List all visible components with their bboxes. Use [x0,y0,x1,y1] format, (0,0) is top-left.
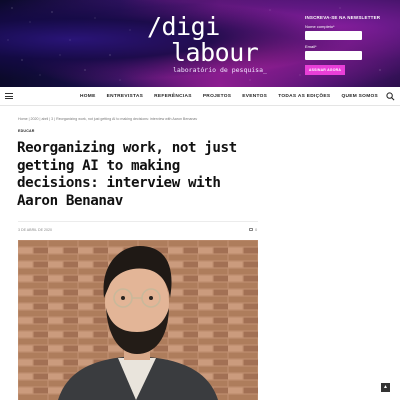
category-label[interactable]: EDUCAR [18,129,35,133]
article-photo [18,240,258,400]
search-icon[interactable] [386,92,395,101]
comments-number: 0 [255,227,258,232]
scroll-to-top-button[interactable]: ▲ [381,383,390,392]
comments-count[interactable]: 0 [249,227,257,232]
breadcrumb[interactable]: Home | 2020 | abril | 3 | Reorganizing w… [18,117,197,121]
arrow-up-icon: ▲ [383,384,388,390]
name-field[interactable] [305,31,362,40]
main-nav: HOME ENTREVISTAS REFERÊNCIAS PROJETOS EV… [0,87,400,106]
newsletter-form: INSCREVA-SE NA NEWSLETTER Nome completo*… [305,15,381,75]
email-field-label: Email* [305,44,317,49]
nav-item-quem-somos[interactable]: QUEM SOMOS [341,94,378,99]
nav-item-projetos[interactable]: PROJETOS [203,94,231,99]
name-field-label: Nome completo* [305,24,335,29]
site-logo[interactable]: /digi labour laboratório de pesquisa_ [147,12,287,75]
nav-item-todas-as-edicoes[interactable]: TODAS AS EDIÇÕES [278,94,330,99]
article-date: 3 DE ABRIL DE 2020 [18,228,53,232]
newsletter-title: INSCREVA-SE NA NEWSLETTER [305,15,381,20]
nav-item-eventos[interactable]: EVENTOS [242,94,267,99]
article-title: Reorganizing work, not just getting AI t… [17,140,237,209]
divider [18,221,258,222]
comment-icon [249,228,253,232]
nav-item-home[interactable]: HOME [80,94,96,99]
logo-text-labour: labour [171,38,259,67]
nav-item-referencias[interactable]: REFERÊNCIAS [154,94,192,99]
email-field[interactable] [305,51,362,60]
logo-text-digi: /digi [147,12,220,41]
subscribe-button[interactable]: ASSINAR AGORA [305,65,345,75]
logo-subtitle: laboratório de pesquisa_ [173,66,267,74]
header-banner: /digi labour laboratório de pesquisa_ IN… [0,0,400,87]
nav-items: HOME ENTREVISTAS REFERÊNCIAS PROJETOS EV… [80,87,389,106]
hamburger-icon[interactable] [5,93,13,99]
nav-item-entrevistas[interactable]: ENTREVISTAS [107,94,144,99]
